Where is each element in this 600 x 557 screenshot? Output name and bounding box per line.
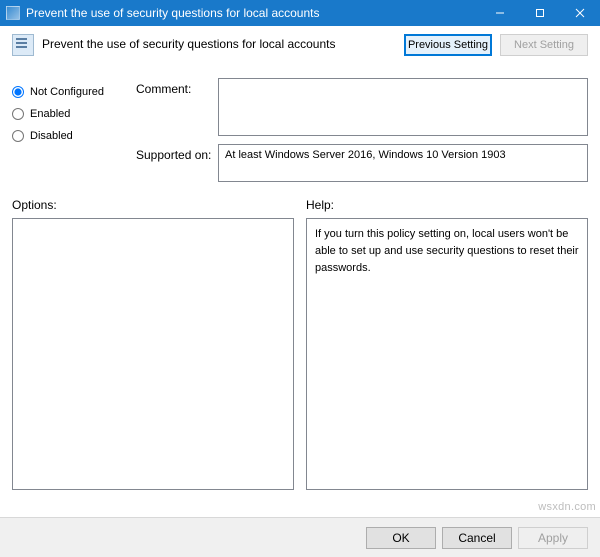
options-label: Options: — [12, 198, 294, 212]
title-bar: Prevent the use of security questions fo… — [0, 0, 600, 26]
help-box: If you turn this policy setting on, loca… — [306, 218, 588, 490]
watermark-text: wsxdn.com — [538, 501, 596, 513]
radio-enabled[interactable]: Enabled — [12, 108, 132, 120]
previous-setting-button[interactable]: Previous Setting — [404, 34, 492, 56]
window-controls — [480, 0, 600, 26]
radio-not-configured[interactable]: Not Configured — [12, 86, 132, 98]
radio-not-configured-input[interactable] — [12, 86, 24, 98]
cancel-button[interactable]: Cancel — [442, 527, 512, 549]
policy-title: Prevent the use of security questions fo… — [42, 34, 396, 51]
help-text: If you turn this policy setting on, loca… — [315, 228, 579, 274]
supported-on-text: At least Windows Server 2016, Windows 10… — [225, 149, 506, 161]
comment-label: Comment: — [136, 78, 214, 136]
radio-enabled-label: Enabled — [30, 108, 70, 120]
help-label: Help: — [306, 198, 588, 212]
supported-on-box: At least Windows Server 2016, Windows 10… — [218, 144, 588, 182]
lower-sections: Options: Help: If you turn this policy s… — [12, 198, 588, 490]
state-radio-group: Not Configured Enabled Disabled — [12, 78, 132, 182]
supported-label: Supported on: — [136, 144, 214, 182]
options-column: Options: — [12, 198, 294, 490]
header-row: Prevent the use of security questions fo… — [12, 34, 588, 72]
comment-textarea[interactable] — [218, 78, 588, 136]
radio-enabled-input[interactable] — [12, 108, 24, 120]
next-setting-button: Next Setting — [500, 34, 588, 56]
client-area: Prevent the use of security questions fo… — [0, 26, 600, 490]
help-column: Help: If you turn this policy setting on… — [306, 198, 588, 490]
ok-button[interactable]: OK — [366, 527, 436, 549]
radio-not-configured-label: Not Configured — [30, 86, 104, 98]
minimize-button[interactable] — [480, 0, 520, 26]
radio-disabled-label: Disabled — [30, 130, 73, 142]
close-button[interactable] — [560, 0, 600, 26]
radio-disabled[interactable]: Disabled — [12, 130, 132, 142]
policy-icon — [12, 34, 34, 56]
apply-button: Apply — [518, 527, 588, 549]
window-title: Prevent the use of security questions fo… — [26, 6, 480, 20]
config-grid: Not Configured Enabled Disabled Comment:… — [12, 78, 588, 182]
dialog-footer: OK Cancel Apply — [0, 517, 600, 557]
app-icon — [6, 6, 20, 20]
options-box — [12, 218, 294, 490]
maximize-button[interactable] — [520, 0, 560, 26]
radio-disabled-input[interactable] — [12, 130, 24, 142]
